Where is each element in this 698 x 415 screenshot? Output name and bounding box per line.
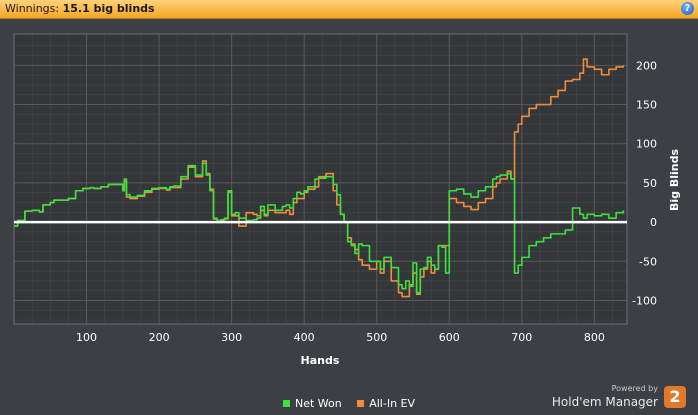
legend-label-all-in-ev: All-In EV	[369, 397, 416, 410]
y-tick-label: 200	[636, 59, 657, 72]
x-tick-label: 600	[439, 331, 460, 344]
x-tick-label: 700	[511, 331, 532, 344]
x-tick-label: 400	[294, 331, 315, 344]
brand-logo-icon: 2	[664, 386, 686, 408]
y-tick-label: -100	[632, 294, 657, 307]
x-axis-label: Hands	[301, 354, 340, 367]
x-tick-label: 500	[366, 331, 387, 344]
winnings-chart: 100 200 300 400 500 600 700 800 -100 -50 0 50 100 15…	[13, 33, 681, 367]
legend-swatch-all-in-ev	[357, 400, 365, 407]
legend-item-net-won[interactable]: Net Won	[282, 397, 342, 410]
legend-item-all-in-ev[interactable]: All-In EV	[357, 397, 415, 410]
y-ticks: -100 -50 0 50 100 150 200	[632, 59, 657, 307]
legend-swatch-net-won	[282, 400, 290, 407]
powered-by-text: Powered by	[611, 384, 658, 393]
y-tick-label: -50	[639, 255, 657, 268]
y-tick-label: 50	[643, 177, 657, 190]
x-ticks: 100 200 300 400 500 600 700 800	[76, 331, 605, 344]
x-tick-label: 200	[149, 331, 170, 344]
y-tick-label: 0	[650, 216, 657, 229]
legend-label-net-won: Net Won	[294, 397, 342, 410]
y-axis-label: Big Blinds	[668, 149, 681, 211]
x-tick-label: 100	[76, 331, 97, 344]
y-tick-label: 100	[636, 138, 657, 151]
x-tick-label: 800	[584, 331, 605, 344]
brand-name: Hold'em Manager	[551, 395, 658, 409]
y-tick-label: 150	[636, 99, 657, 112]
x-tick-label: 300	[221, 331, 242, 344]
